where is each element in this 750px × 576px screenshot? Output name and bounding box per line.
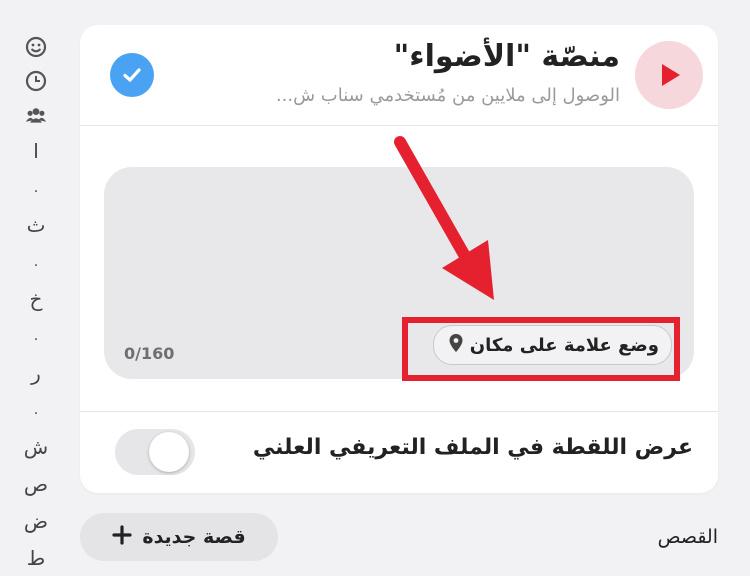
- alphabet-index: ا . ث . خ . ر . ش ص ض ط: [14, 30, 58, 576]
- new-story-button[interactable]: قصة جديدة: [80, 513, 278, 561]
- index-dot: .: [33, 253, 39, 270]
- public-profile-label: عرض اللقطة في الملف التعريفي العلني: [252, 435, 693, 460]
- play-icon: [635, 41, 703, 109]
- index-dot: .: [33, 401, 39, 418]
- char-counter: 0/160: [124, 344, 175, 363]
- new-story-label: قصة جديدة: [142, 526, 246, 548]
- divider: [80, 411, 718, 412]
- plus-icon: [112, 524, 132, 550]
- index-letter[interactable]: ث: [27, 206, 46, 243]
- header-subtitle: الوصول إلى ملايين من مُستخدمي سناب ش...: [275, 85, 620, 106]
- index-letter[interactable]: ش: [24, 428, 48, 465]
- clock-icon[interactable]: [25, 70, 47, 92]
- index-dot: .: [33, 179, 39, 196]
- highlight-box: [402, 317, 680, 381]
- header-title: منصّة "الأضواء": [393, 39, 620, 74]
- index-letter[interactable]: ص: [24, 465, 48, 502]
- smiley-icon[interactable]: [25, 36, 47, 58]
- spotlight-card: منصّة "الأضواء" الوصول إلى ملايين من مُس…: [80, 25, 718, 493]
- toggle-knob: [149, 432, 189, 472]
- index-letter[interactable]: ا: [33, 132, 39, 169]
- index-letter[interactable]: ض: [24, 502, 48, 539]
- index-letter[interactable]: خ: [30, 280, 43, 317]
- friends-icon[interactable]: [25, 104, 47, 126]
- stories-heading: القصص: [657, 526, 718, 548]
- index-dot: .: [33, 327, 39, 344]
- index-letter[interactable]: ط: [27, 539, 46, 576]
- index-letter[interactable]: ر: [31, 354, 41, 391]
- public-profile-toggle[interactable]: [115, 429, 195, 475]
- checkmark-icon[interactable]: [110, 53, 154, 97]
- spotlight-header[interactable]: منصّة "الأضواء" الوصول إلى ملايين من مُس…: [80, 25, 718, 126]
